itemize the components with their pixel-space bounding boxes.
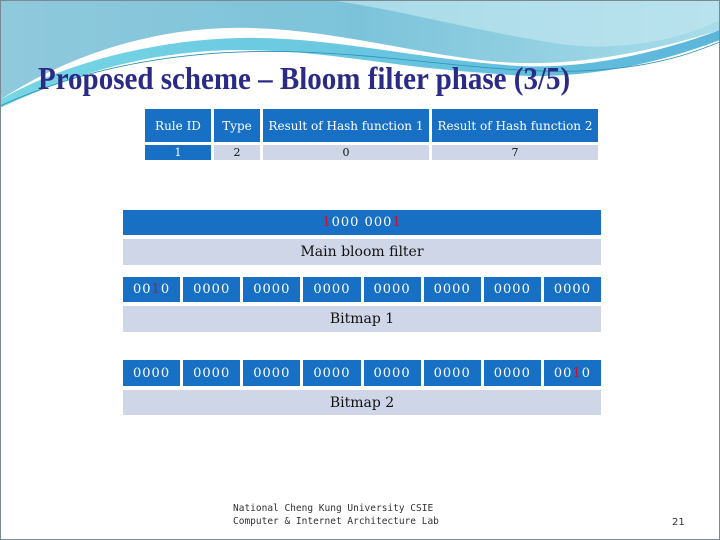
set-bit: 1 [151, 282, 161, 297]
cell-hash1: 0 [263, 145, 429, 160]
slide-title: Proposed scheme – Bloom filter phase (3/… [38, 62, 571, 97]
bit-group: 0 [160, 282, 171, 297]
bit-group: 0 [581, 365, 591, 381]
rule-table-header-row: Rule ID Type Result of Hash function 1 R… [145, 109, 598, 142]
bitmap-cell: 0000 [363, 277, 421, 302]
bit-group: 0000 [193, 282, 231, 297]
bitmap-cell: 0000 [243, 360, 301, 386]
footer-university: National Cheng Kung University CSIE [233, 503, 434, 514]
bit-group: 0000 [193, 365, 231, 381]
header-rule-id: Rule ID [145, 109, 211, 142]
rule-table: Rule ID Type Result of Hash function 1 R… [142, 106, 601, 163]
bitmap-cell: 0000 [183, 360, 241, 386]
header-type: Type [214, 109, 260, 142]
set-bit: 1 [572, 365, 582, 381]
bit-group: 0000 [433, 365, 471, 381]
bit-group: 0000 [373, 365, 411, 381]
set-bit: 1 [322, 215, 332, 230]
bit-group: 0000 [373, 282, 411, 297]
bit-group: 0000 [253, 282, 291, 297]
bitmap-cell: 0000 [183, 277, 241, 302]
bit-group: 0000 [553, 282, 591, 297]
bit-group: 0000 [313, 365, 351, 381]
bitmap1-cells: 00 1 0 0000 0000 0000 0000 0000 0000 0000 [123, 277, 601, 302]
bitmap2-cells: 0000 0000 0000 0000 0000 0000 0000 00 1 0 [123, 360, 601, 386]
bitmap-cell: 0000 [423, 360, 481, 386]
page-number: 21 [672, 517, 685, 528]
set-bit: 1 [392, 215, 402, 230]
bitmap1-label: Bitmap 1 [123, 306, 601, 332]
bitmap-cell: 0000 [543, 277, 601, 302]
footer-lab: Computer & Internet Architecture Lab [233, 516, 439, 527]
bitmap-cell: 0000 [423, 277, 481, 302]
bit-group: 000 000 [331, 215, 393, 230]
footer: National Cheng Kung University CSIE Comp… [233, 502, 439, 528]
bitmap-cell: 0000 [243, 277, 301, 302]
table-row: 1 2 0 7 [145, 145, 598, 160]
main-bloom-filter-label: Main bloom filter [123, 239, 601, 265]
bit-group: 0000 [433, 282, 471, 297]
bit-group: 00 [133, 282, 152, 297]
bitmap-cell: 0000 [303, 277, 361, 302]
bitmap-cell: 0000 [123, 360, 181, 386]
cell-type: 2 [214, 145, 260, 160]
bit-group: 0000 [133, 365, 171, 381]
main-bloom-bits-text: 1000 0001 [322, 215, 401, 230]
bitmap-cell: 00 1 0 [123, 277, 181, 302]
header-hash1: Result of Hash function 1 [263, 109, 429, 142]
cell-hash2: 7 [432, 145, 598, 160]
main-bloom-filter-bits: 1000 0001 [123, 210, 601, 235]
bitmap-cell: 0000 [303, 360, 361, 386]
bitmap-cell: 0000 [483, 277, 541, 302]
bitmap-cell: 0000 [363, 360, 421, 386]
bitmap-cell: 00 1 0 [543, 360, 601, 386]
bit-group: 0000 [253, 365, 291, 381]
bit-group: 0000 [313, 282, 351, 297]
bitmap-cell: 0000 [483, 360, 541, 386]
bit-group: 0000 [493, 282, 531, 297]
cell-rule-id: 1 [145, 145, 211, 160]
bitmap2-label: Bitmap 2 [123, 390, 601, 415]
bit-group: 00 [553, 365, 573, 381]
bit-group: 0000 [493, 365, 531, 381]
header-hash2: Result of Hash function 2 [432, 109, 598, 142]
